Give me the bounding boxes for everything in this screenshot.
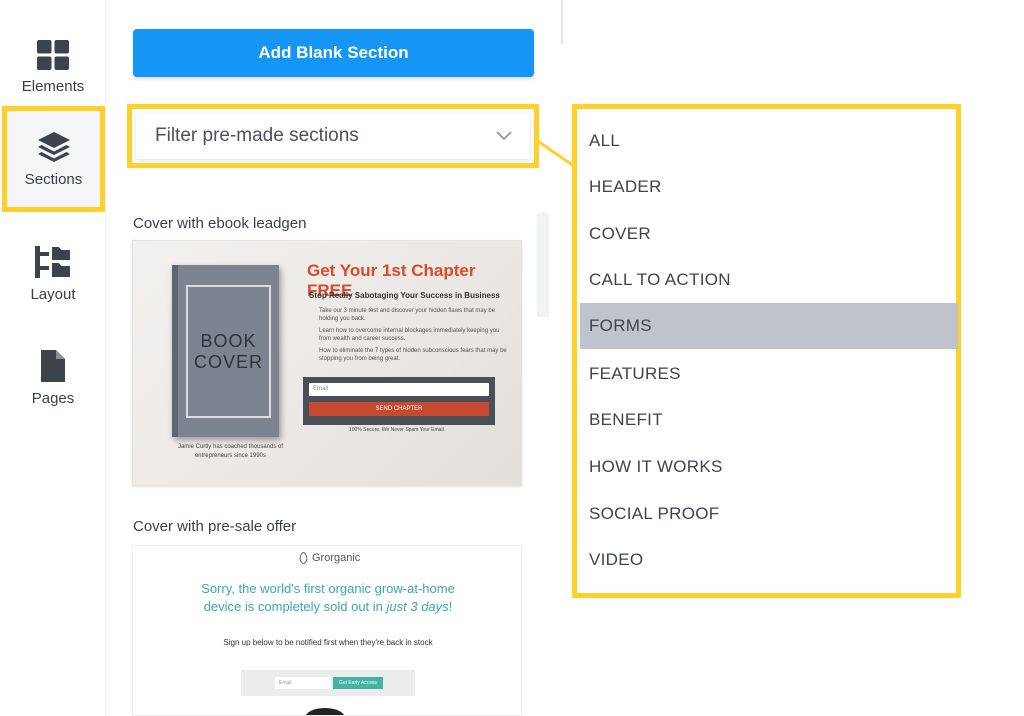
section-preview-ebook[interactable]: BOOK COVER Jamie Curtly has coached thou… — [132, 240, 522, 486]
list-item: Take our 3 minute test and discover your… — [319, 308, 496, 322]
grid-icon — [37, 39, 69, 70]
brand-logo: Grorganic — [299, 552, 360, 564]
sidebar-item-label: Layout — [30, 285, 76, 303]
preview-bullet-list: Take our 3 minute test and discover your… — [319, 307, 509, 367]
dropdown-option-features[interactable]: FEATURES — [577, 351, 956, 397]
dropdown-option-call-to-action[interactable]: CALL TO ACTION — [577, 257, 956, 303]
dropdown-option-cover[interactable]: COVER — [577, 211, 956, 257]
filter-select-box[interactable]: Filter pre-made sections — [136, 113, 530, 159]
dropdown-option-forms[interactable]: FORMS — [580, 303, 958, 349]
list-item: How to eliminate the 7 types of hidden s… — [319, 348, 507, 362]
filter-options-dropdown: ALL HEADER COVER CALL TO ACTION FORMS FE… — [572, 104, 961, 598]
dropdown-option-how-it-works[interactable]: HOW IT WORKS — [577, 444, 956, 490]
filter-sections-select[interactable]: Filter pre-made sections — [127, 104, 539, 168]
layers-icon — [37, 131, 70, 162]
section-card-title: Cover with pre-sale offer — [133, 518, 297, 535]
dropdown-option-all[interactable]: ALL — [577, 118, 956, 164]
book-cover-image: BOOK COVER — [172, 265, 279, 437]
preview-cta-button: Get Early Access — [333, 677, 383, 689]
coach-note: Jamie Curtly has coached thousands of en… — [177, 444, 284, 459]
section-preview-presale[interactable]: Grorganic Sorry, the world's first organ… — [132, 545, 522, 716]
preview-signup-bar: Email Get Early Access — [241, 670, 415, 696]
dropdown-option-header[interactable]: HEADER — [577, 164, 956, 210]
dropdown-option-video[interactable]: VIDEO — [577, 537, 956, 583]
leaf-icon — [299, 552, 308, 564]
brand-name: Grorganic — [312, 552, 361, 564]
preview-secure-note: 100% Secure. We Never Spam Your Email. — [349, 427, 446, 433]
preview-headline: Sorry, the world's first organic grow-at… — [191, 580, 465, 616]
sidebar-item-elements[interactable]: Elements — [0, 17, 106, 117]
scrollbar[interactable] — [537, 212, 549, 317]
chevron-down-icon — [496, 131, 512, 141]
sidebar-item-label: Elements — [21, 77, 85, 95]
sidebar-item-layout[interactable]: Layout — [0, 224, 106, 324]
book-title-line: BOOK — [200, 330, 257, 351]
callout-connector — [536, 138, 575, 168]
list-item: Learn how to overcome internal blockages… — [319, 328, 500, 342]
preview-form: Email SEND CHAPTER — [303, 377, 495, 425]
layout-tree-icon — [35, 245, 70, 278]
page-icon — [41, 349, 65, 382]
preview-subline: Sign up below to be notified first when … — [223, 638, 433, 647]
section-card-title: Cover with ebook leadgen — [133, 215, 307, 232]
sidebar-item-pages[interactable]: Pages — [0, 328, 106, 428]
preview-email-field: Email — [309, 383, 489, 396]
sidebar-item-label: Sections — [24, 170, 83, 188]
dropdown-option-social-proof[interactable]: SOCIAL PROOF — [577, 491, 956, 537]
book-frame: BOOK COVER — [186, 285, 271, 418]
filter-placeholder: Filter pre-made sections — [155, 125, 359, 146]
sidebar-rail: Elements Sections Layout Pages — [0, 0, 106, 716]
sidebar-item-label: Pages — [31, 389, 75, 407]
add-blank-section-button[interactable]: Add Blank Section — [133, 29, 534, 77]
headline-emphasis: just 3 days — [386, 599, 449, 614]
preview-product-image — [305, 708, 345, 715]
preview-email-field: Email — [275, 677, 331, 689]
book-title-line: COVER — [193, 351, 263, 372]
dropdown-option-benefit[interactable]: BENEFIT — [577, 397, 956, 443]
sidebar-item-sections[interactable]: Sections — [2, 106, 105, 212]
panel-divider — [561, 0, 563, 44]
headline-end: ! — [448, 599, 453, 614]
preview-send-button: SEND CHAPTER — [309, 402, 489, 416]
preview-subheadline: Stop Really Sabotaging Your Success in B… — [309, 291, 500, 300]
